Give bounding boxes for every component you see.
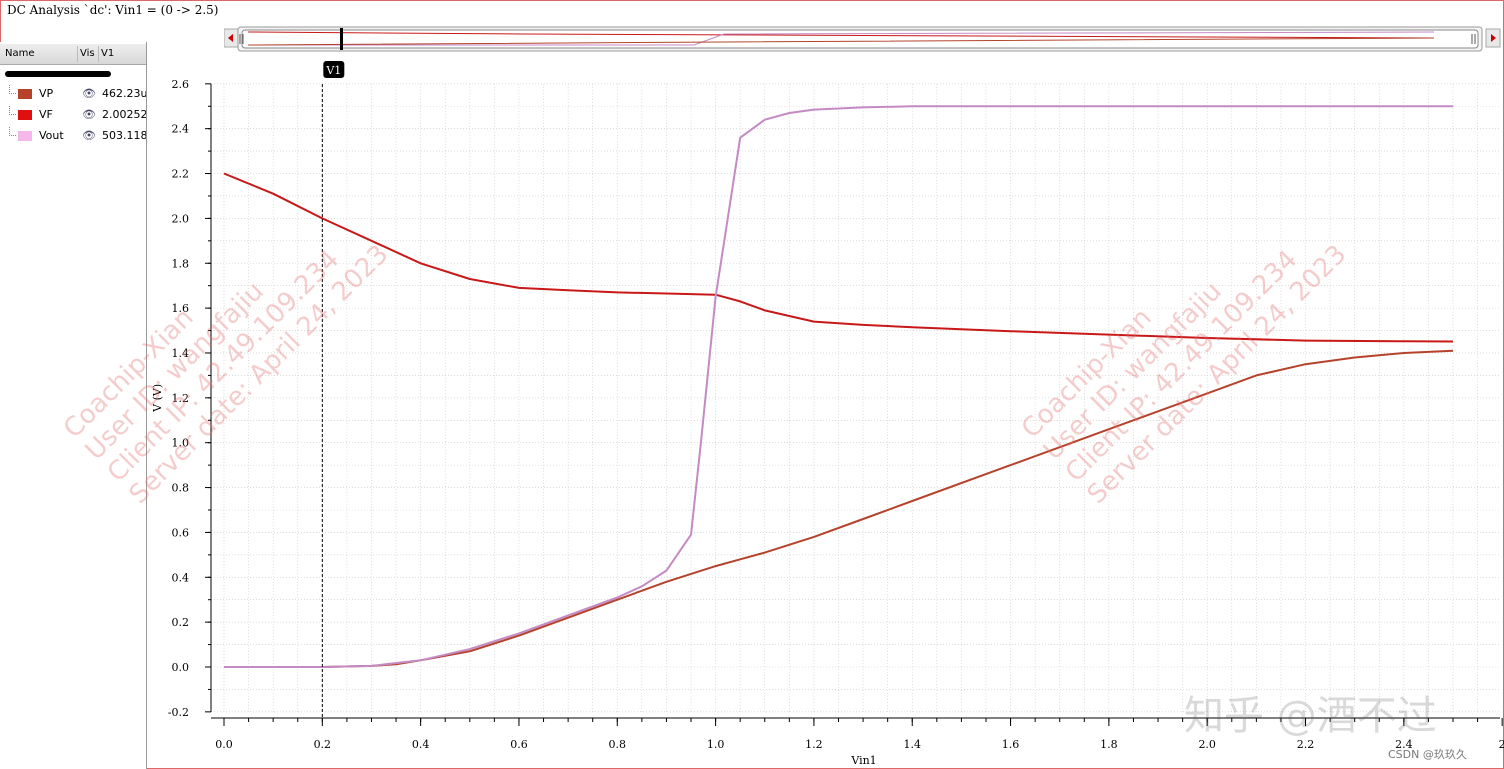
x-tick-label: 0.4 [412, 738, 430, 751]
x-tick-label: 0.2 [314, 738, 332, 751]
x-tick-label: 2 [1499, 738, 1504, 751]
cursor-label: V1 [325, 64, 341, 77]
y-tick-label: -0.2 [168, 706, 189, 719]
x-tick-label: 1.0 [707, 738, 725, 751]
y-tick-label: 0.6 [172, 526, 190, 539]
y-tick-label: 0.2 [172, 616, 190, 629]
x-tick-label: 1.2 [805, 738, 823, 751]
y-tick-label: 2.6 [172, 78, 190, 91]
series-line-vp [224, 349, 1454, 668]
y-tick-label: 2.4 [172, 123, 190, 136]
y-tick-label: 0.0 [172, 661, 190, 674]
y-tick-label: 0.8 [172, 482, 190, 495]
y-tick-label: 1.8 [172, 257, 190, 270]
csdn-watermark: CSDN @玖玖久 [1388, 748, 1467, 761]
x-tick-label: 0.6 [510, 738, 528, 751]
y-tick-label: 2.0 [172, 212, 190, 225]
x-tick-label: 0.8 [609, 738, 627, 751]
x-tick-label: 1.6 [1002, 738, 1020, 751]
y-tick-label: 2.2 [172, 168, 190, 181]
x-tick-label: 0.0 [215, 738, 233, 751]
x-axis-label: Vin1 [850, 754, 876, 767]
x-tick-label: 1.4 [903, 738, 921, 751]
zhihu-watermark: 知乎 @酒不过 [1184, 693, 1437, 739]
x-tick-label: 1.8 [1100, 738, 1118, 751]
y-tick-label: 0.4 [172, 571, 190, 584]
